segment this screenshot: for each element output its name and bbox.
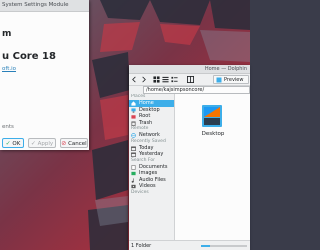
network-icon	[131, 133, 136, 138]
file-manager-window: Home — Dolphin Preview /home/kajsimpsonc…	[129, 65, 250, 250]
apply-icon: ✓	[30, 140, 36, 147]
folder-name-label[interactable]: Desktop	[201, 131, 225, 137]
settings-window-title[interactable]: System Settings Module	[0, 0, 89, 12]
website-link[interactable]: oft.io	[2, 66, 16, 72]
desktop-icon	[131, 107, 136, 113]
places-sidebar: Places Home Desktop Root Trash Remote Ne…	[129, 94, 175, 240]
sidebar-item-label: Documents	[139, 163, 168, 170]
settings-dialog-body: m u Core 18 oft.io ents ✓ OK ✓ Apply ⊘ C…	[0, 12, 89, 150]
calendar-icon	[131, 146, 136, 151]
sidebar-item-trash[interactable]: Trash	[129, 120, 174, 127]
sidebar-item-label: Root	[139, 113, 151, 119]
sidebar-item-label: Yesterday	[139, 151, 164, 157]
forward-icon[interactable]	[140, 76, 147, 83]
desktop-folder-icon[interactable]	[201, 104, 223, 128]
ok-button[interactable]: ✓ OK	[2, 138, 24, 148]
zoom-slider-fill	[201, 245, 211, 247]
audio-icon	[131, 177, 134, 183]
sidebar-item-label: Home	[139, 100, 154, 106]
apply-button[interactable]: ✓ Apply	[28, 138, 56, 148]
sidebar-item-label: Images	[139, 170, 158, 176]
dialog-button-row: ✓ OK ✓ Apply ⊘ Cancel	[0, 138, 89, 149]
apply-button-label: Apply	[37, 141, 54, 147]
cancel-icon: ⊘	[61, 140, 67, 147]
file-manager-title: Home — Dolphin	[204, 66, 247, 72]
os-name-label: u Core 18	[2, 51, 56, 62]
status-text: 1 Folder	[131, 243, 152, 249]
about-heading: m	[2, 29, 12, 39]
sidebar-item-label: Network	[139, 132, 160, 138]
settings-dialog: System Settings Module m u Core 18 oft.i…	[0, 0, 89, 150]
file-manager-toolbar: Preview	[129, 74, 250, 86]
zoom-slider[interactable]	[201, 245, 247, 247]
sidebar-item-network[interactable]: Network	[129, 132, 174, 139]
sidebar-item-label: Trash	[139, 119, 153, 126]
compact-view-icon[interactable]	[162, 76, 169, 83]
root-folder-icon	[131, 115, 136, 119]
preview-icon	[216, 77, 222, 83]
status-bar: 1 Folder	[129, 240, 250, 250]
documents-icon	[131, 164, 136, 170]
sidebar-item-label: Audio Files	[139, 176, 166, 183]
file-view[interactable]: Desktop	[175, 94, 250, 240]
details-view-icon[interactable]	[171, 76, 178, 83]
sidebar-item-yesterday[interactable]: Yesterday	[129, 151, 174, 158]
sidebar-item-videos[interactable]: Videos	[129, 183, 174, 190]
sidebar-item-label: Today	[139, 144, 154, 151]
sidebar-item-label: Videos	[139, 183, 156, 189]
videos-icon	[131, 184, 136, 189]
requirements-note: ents	[2, 124, 14, 130]
calendar-icon	[131, 152, 136, 157]
preview-button-label: Preview	[224, 77, 244, 83]
back-icon[interactable]	[131, 76, 138, 83]
images-icon	[131, 171, 136, 176]
check-icon: ✓	[5, 140, 11, 147]
sidebar-group-devices: Devices	[131, 189, 149, 195]
icons-view-icon[interactable]	[153, 76, 160, 83]
home-icon	[131, 101, 136, 106]
file-manager-titlebar[interactable]: Home — Dolphin	[129, 65, 250, 74]
split-view-icon[interactable]	[187, 76, 194, 83]
sidebar-item-label: Desktop	[139, 106, 160, 113]
cancel-button[interactable]: ⊘ Cancel	[60, 138, 88, 148]
preview-button[interactable]: Preview	[213, 75, 249, 84]
cancel-button-label: Cancel	[68, 141, 87, 147]
ok-button-label: OK	[12, 141, 21, 147]
trash-icon	[131, 121, 136, 126]
location-bar[interactable]: /home/kajsimpsoncore/	[143, 86, 250, 94]
